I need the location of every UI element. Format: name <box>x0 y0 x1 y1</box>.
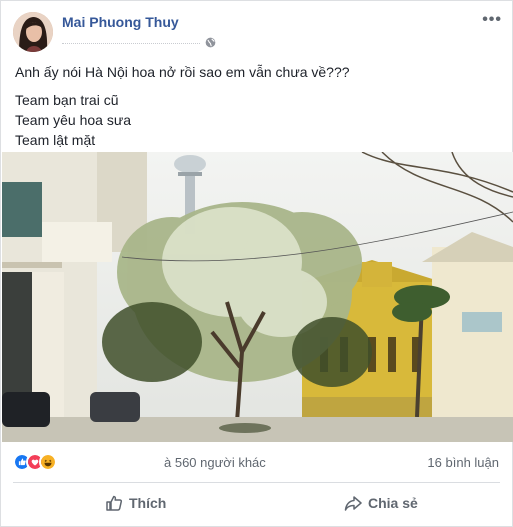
avatar[interactable] <box>13 12 53 52</box>
post-line-1: Anh ấy nói Hà Nội hoa nở rồi sao em vẫn … <box>15 64 350 80</box>
post-card: Mai Phuong Thuy ••• Anh ấy nói Hà Nội ho… <box>0 0 513 527</box>
like-label: Thích <box>129 495 167 511</box>
post-line-4: Team lật mặt <box>15 132 96 148</box>
haha-reaction-icon <box>39 453 57 471</box>
divider <box>13 482 500 483</box>
share-label: Chia sẻ <box>368 495 418 511</box>
more-options-icon[interactable]: ••• <box>482 11 502 29</box>
post-line-2: Team bạn trai cũ <box>15 92 119 108</box>
timestamp-placeholder <box>62 43 200 44</box>
reactions-summary[interactable]: à 560 người khác <box>164 455 266 470</box>
share-button[interactable]: Chia sẻ <box>344 490 418 516</box>
share-arrow-icon <box>344 496 362 511</box>
author-name[interactable]: Mai Phuong Thuy <box>62 14 179 30</box>
thumbs-up-icon <box>106 495 123 511</box>
like-button[interactable]: Thích <box>105 490 166 516</box>
globe-icon[interactable] <box>205 37 216 48</box>
post-photo[interactable] <box>2 152 513 442</box>
comments-count[interactable]: 16 bình luận <box>427 455 499 470</box>
post-meta <box>62 35 217 51</box>
post-text: Anh ấy nói Hà Nội hoa nở rồi sao em vẫn … <box>15 62 495 150</box>
post-line-3: Team yêu hoa sưa <box>15 112 131 128</box>
